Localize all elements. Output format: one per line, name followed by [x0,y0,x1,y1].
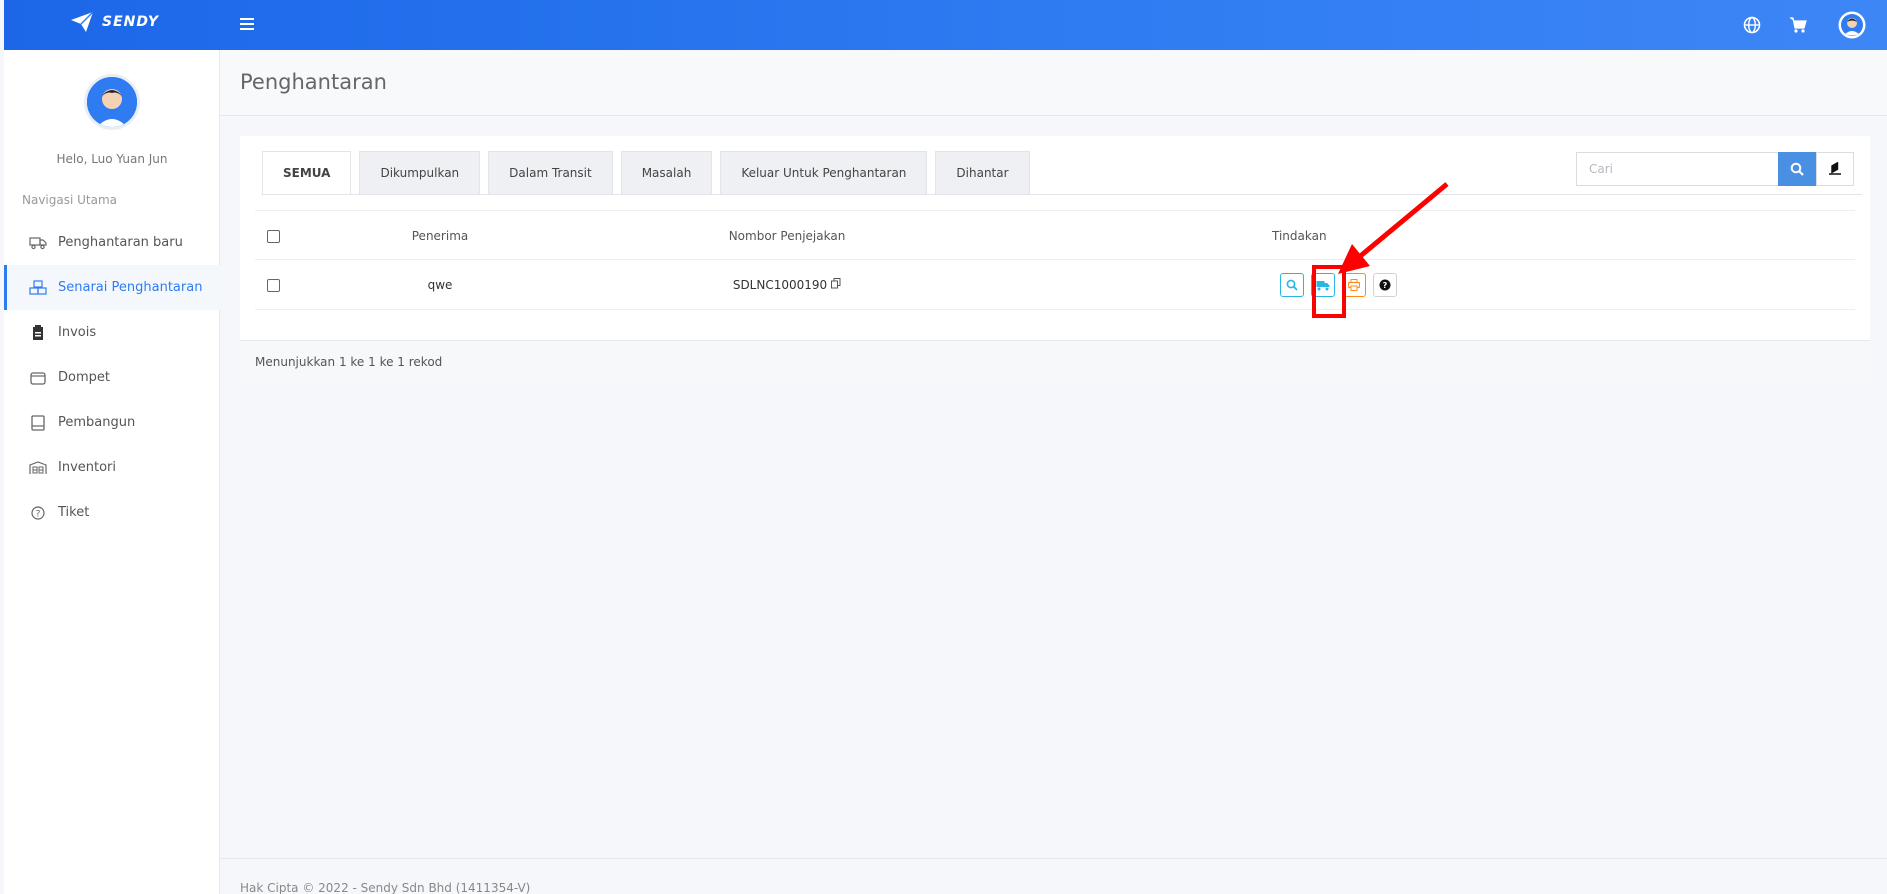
tracking-cell: SDLNC1000190 [637,260,937,310]
tab-problem[interactable]: Masalah [620,151,713,195]
column-header-recipient: Penerima [411,229,469,243]
tab-delivered[interactable]: Dihantar [935,151,1030,195]
sidebar-item-label: Tiket [58,505,90,520]
select-all-checkbox[interactable] [267,229,280,243]
sidebar-item-label: Senarai Penghantaran [58,280,203,295]
view-details-button[interactable] [1280,273,1304,297]
search-input[interactable] [1576,152,1778,186]
sidebar-nav: Penghantaran baru Senarai Penghantaran I… [4,220,220,535]
nav-section-title: Navigasi Utama [22,193,118,207]
cart-icon [1790,17,1807,33]
logo-text: SENDY [102,14,160,30]
copyright-text: Hak Cipta © 2022 - Sendy Sdn Bhd (141135… [240,881,531,894]
user-greeting: Helo, Luo Yuan Jun [56,152,168,166]
page-title: Penghantaran [240,70,387,94]
tabs-divider [262,194,1862,195]
user-avatar-icon [87,77,137,127]
deliveries-card: SEMUA Dikumpulkan Dalam Transit Masalah … [240,136,1870,382]
truck-icon [29,234,47,252]
cart-button[interactable] [1783,10,1813,40]
sidebar-item-label: Pembangun [58,415,136,430]
tab-collected[interactable]: Dikumpulkan [359,151,481,195]
sidebar-item-ticket[interactable]: ? Tiket [4,490,220,535]
menu-icon [240,18,254,30]
select-all-cell [267,211,280,261]
sidebar-item-label: Penghantaran baru [58,235,183,250]
eraser-icon [1829,162,1841,175]
language-button[interactable] [1737,10,1767,40]
sidebar-item-wallet[interactable]: Dompet [4,355,220,400]
row-checkbox[interactable] [267,278,280,292]
user-avatar-icon [1838,11,1866,39]
sidebar: Helo, Luo Yuan Jun Navigasi Utama Pengha… [4,50,220,894]
sendy-logo[interactable]: SENDY [70,11,159,33]
page-header: Penghantaran [220,50,1887,116]
deliveries-table: Penerima Nombor Penjejakan Tindakan qwe … [255,210,1855,310]
records-summary: Menunjukkan 1 ke 1 ke 1 rekod [240,340,1870,382]
column-header-tracking: Nombor Penjejakan [728,229,846,243]
search-icon [1286,279,1298,291]
sidebar-item-inventory[interactable]: Inventori [4,445,220,490]
sidebar-item-label: Dompet [58,370,110,385]
search-group [1576,152,1854,186]
sidebar-item-label: Inventori [58,460,117,475]
recipient-cell: qwe [427,278,453,292]
sidebar-item-label: Invois [58,325,97,340]
svg-text:?: ? [36,509,41,519]
warehouse-icon [29,459,47,477]
paper-plane-icon [71,11,94,32]
row-select-cell [267,260,280,310]
search-button[interactable] [1778,152,1816,186]
boxes-icon [29,279,47,297]
copy-icon [831,278,841,289]
search-icon [1790,162,1804,176]
print-icon [1348,279,1360,291]
book-icon [29,414,47,432]
avatar[interactable] [84,74,140,130]
tab-out-for-delivery[interactable]: Keluar Untuk Penghantaran [720,151,928,195]
tracking-number: SDLNC1000190 [732,278,828,292]
svg-text:?: ? [1383,281,1388,290]
question-circle-icon: ? [1379,279,1391,291]
invoice-icon [29,324,47,342]
status-tabs: SEMUA Dikumpulkan Dalam Transit Masalah … [262,151,1038,195]
wallet-icon [29,369,47,387]
sidebar-item-invoice[interactable]: Invois [4,310,220,355]
annotation-arrow-icon [1338,182,1449,274]
table-row: qwe SDLNC1000190 ? [255,260,1855,310]
tab-all[interactable]: SEMUA [262,151,352,195]
user-menu-button[interactable] [1837,10,1867,40]
tab-in-transit[interactable]: Dalam Transit [488,151,613,195]
menu-toggle-button[interactable] [236,13,258,35]
page-footer: Hak Cipta © 2022 - Sendy Sdn Bhd (141135… [220,858,1887,894]
sidebar-item-new-delivery[interactable]: Penghantaran baru [4,220,220,265]
globe-icon [1743,16,1761,34]
copy-tracking-button[interactable] [831,278,841,292]
sidebar-item-delivery-list[interactable]: Senarai Penghantaran [4,265,220,310]
question-circle-icon: ? [29,504,47,522]
clear-search-button[interactable] [1816,152,1854,186]
sidebar-item-developer[interactable]: Pembangun [4,400,220,445]
top-navbar: SENDY [4,0,1887,50]
column-header-actions: Tindakan [1272,229,1327,243]
table-header: Penerima Nombor Penjejakan Tindakan [255,210,1855,260]
